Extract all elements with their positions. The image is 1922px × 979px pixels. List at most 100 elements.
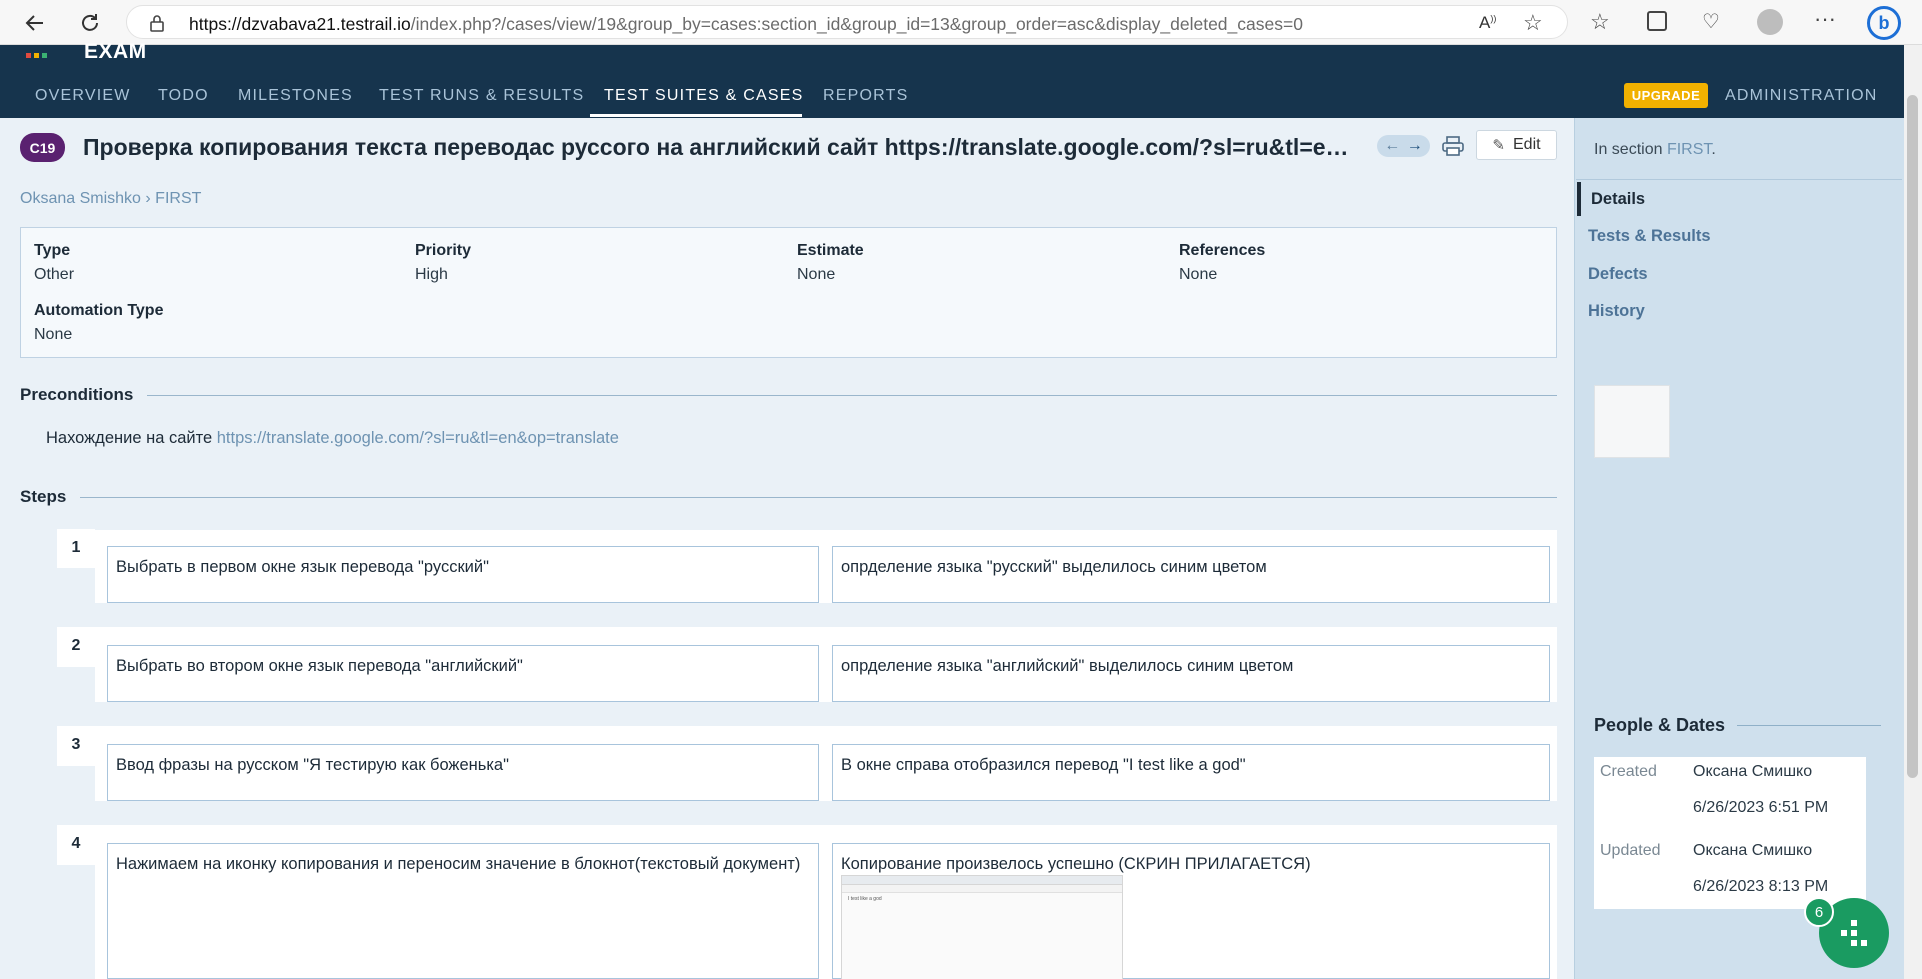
- tab-test-runs-results[interactable]: TEST RUNS & RESULTS: [379, 87, 584, 105]
- tab-milestones[interactable]: MILESTONES: [238, 87, 353, 105]
- steps-heading-text: Steps: [20, 487, 67, 506]
- updated-at: 6/26/2023 8:13 PM: [1693, 878, 1829, 895]
- preconditions-link[interactable]: https://translate.google.com/?sl=ru&tl=e…: [217, 429, 619, 447]
- read-aloud-icon[interactable]: A)): [1479, 13, 1496, 33]
- active-tab-indicator: [590, 114, 802, 117]
- field-estimate-value: None: [797, 266, 836, 283]
- tab-test-suites-cases[interactable]: TEST SUITES & CASES: [604, 87, 803, 105]
- sidebar-section-link[interactable]: FIRST: [1667, 141, 1711, 158]
- field-references-label: References: [1179, 242, 1266, 259]
- steps-rule: [80, 496, 1557, 498]
- created-by: Оксана Смишко: [1693, 763, 1813, 780]
- favorite-star-icon[interactable]: ☆: [1523, 10, 1543, 36]
- app-header: [0, 45, 1904, 118]
- back-icon[interactable]: [20, 8, 50, 38]
- step-number: 2: [57, 627, 95, 665]
- lock-icon: [149, 14, 165, 37]
- field-estimate-label: Estimate: [797, 242, 864, 259]
- breadcrumb-section[interactable]: FIRST: [155, 190, 201, 207]
- health-icon[interactable]: ♡: [1702, 9, 1720, 34]
- next-arrow-icon[interactable]: →: [1407, 137, 1423, 155]
- field-references: References None: [1179, 242, 1265, 284]
- field-type: Type Other: [34, 242, 74, 284]
- field-automation-value: None: [34, 326, 73, 343]
- project-name[interactable]: EXAM: [84, 40, 147, 64]
- created-at: 6/26/2023 6:51 PM: [1693, 799, 1829, 816]
- testrail-logo-icon[interactable]: [26, 48, 48, 58]
- people-dates-heading-text: People & Dates: [1594, 715, 1726, 735]
- people-dates-rule: [1737, 725, 1881, 726]
- previous-arrow-icon[interactable]: ←: [1384, 137, 1400, 155]
- field-estimate: Estimate None: [797, 242, 864, 284]
- field-type-label: Type: [34, 242, 71, 259]
- step-expected: В окне справа отобразился перевод "I tes…: [832, 744, 1550, 801]
- tab-overview[interactable]: OVERVIEW: [35, 87, 131, 105]
- notification-count-badge: 6: [1804, 897, 1834, 927]
- step-action: Ввод фразы на русском "Я тестирую как бо…: [107, 744, 819, 801]
- prev-next-navigation: ← →: [1377, 135, 1430, 157]
- step-separator: [57, 603, 1557, 627]
- step-action: Нажимаем на иконку копирования и перенос…: [107, 843, 819, 979]
- sidebar-item-defects[interactable]: Defects: [1588, 265, 1648, 284]
- sidebar-section-prefix: In section: [1594, 141, 1667, 158]
- copilot-icon[interactable]: b: [1867, 6, 1901, 40]
- preconditions-heading: Preconditions: [20, 385, 1557, 405]
- step-expected: Копирование произвелось успешно (СКРИН П…: [832, 843, 1550, 979]
- people-dates-heading: People & Dates: [1594, 715, 1881, 736]
- field-priority: Priority High: [415, 242, 471, 284]
- created-label: Created: [1600, 763, 1657, 780]
- screenshot-text: I test like a god: [848, 896, 882, 902]
- case-id-badge: C19: [20, 133, 65, 162]
- step-separator: [57, 801, 1557, 825]
- steps-heading: Steps: [20, 487, 1557, 507]
- url-path: /index.php?/cases/view/19&group_by=cases…: [410, 14, 1303, 34]
- field-type-value: Other: [34, 266, 75, 283]
- print-icon[interactable]: [1440, 133, 1466, 159]
- step-separator: [57, 702, 1557, 726]
- upgrade-button[interactable]: UPGRADE: [1624, 83, 1708, 108]
- step-number: 3: [57, 726, 95, 764]
- step-expected: опрделение языка "русский" выделилось си…: [832, 546, 1550, 603]
- breadcrumb-separator: ›: [145, 190, 151, 207]
- tab-todo[interactable]: TODO: [158, 87, 209, 105]
- scrollbar-thumb[interactable]: [1907, 95, 1918, 778]
- step-number: 1: [57, 529, 95, 567]
- preconditions-heading-text: Preconditions: [20, 385, 134, 404]
- edit-button-label: Edit: [1513, 136, 1541, 153]
- collections-icon[interactable]: [1647, 11, 1667, 31]
- attachment-thumbnail[interactable]: [1594, 385, 1670, 458]
- grid-icon: [1841, 920, 1867, 946]
- url-host: https://dzvabava21.testrail.io: [189, 14, 411, 34]
- breadcrumb-user[interactable]: Oksana Smishko: [20, 190, 141, 207]
- field-references-value: None: [1179, 266, 1218, 283]
- favorites-icon[interactable]: ☆: [1590, 9, 1610, 35]
- address-bar[interactable]: https://dzvabava21.testrail.io/index.php…: [126, 5, 1568, 39]
- step-action: Выбрать в первом окне язык перевода "рус…: [107, 546, 819, 603]
- refresh-icon[interactable]: [75, 8, 105, 38]
- tab-administration[interactable]: ADMINISTRATION: [1725, 87, 1878, 105]
- edit-button[interactable]: ✎ Edit: [1476, 130, 1557, 160]
- step-gutter: [57, 865, 95, 979]
- step-expected: опрделение языка "английский" выделилось…: [832, 645, 1550, 702]
- field-priority-value: High: [415, 266, 448, 283]
- step-expected-text: Копирование произвелось успешно (СКРИН П…: [841, 855, 1311, 873]
- sidebar-item-details[interactable]: Details: [1591, 190, 1645, 209]
- sidebar-divider: [1576, 179, 1902, 180]
- step-action: Выбрать во втором окне язык перевода "ан…: [107, 645, 819, 702]
- field-priority-label: Priority: [415, 242, 472, 259]
- preconditions-body: Нахождение на сайте: [46, 429, 217, 447]
- preconditions-text: Нахождение на сайте https://translate.go…: [46, 429, 619, 448]
- sidebar-section-suffix: .: [1711, 141, 1716, 158]
- case-fields: Type Other Priority High Estimate None R…: [20, 227, 1557, 358]
- sidebar-active-indicator: [1577, 182, 1581, 216]
- breadcrumb: Oksana Smishko › FIRST: [20, 190, 201, 208]
- people-dates-panel: Created Оксана Смишко 6/26/2023 6:51 PM …: [1594, 757, 1866, 909]
- tab-reports[interactable]: REPORTS: [823, 87, 908, 105]
- sidebar-item-history[interactable]: History: [1588, 302, 1645, 321]
- profile-avatar[interactable]: [1757, 9, 1783, 35]
- updated-label: Updated: [1600, 842, 1661, 859]
- sidebar-item-tests-results[interactable]: Tests & Results: [1588, 227, 1711, 246]
- pencil-icon: ✎: [1492, 137, 1505, 154]
- attached-screenshot-image[interactable]: I test like a god: [841, 875, 1123, 979]
- more-menu-icon[interactable]: ···: [1814, 6, 1836, 32]
